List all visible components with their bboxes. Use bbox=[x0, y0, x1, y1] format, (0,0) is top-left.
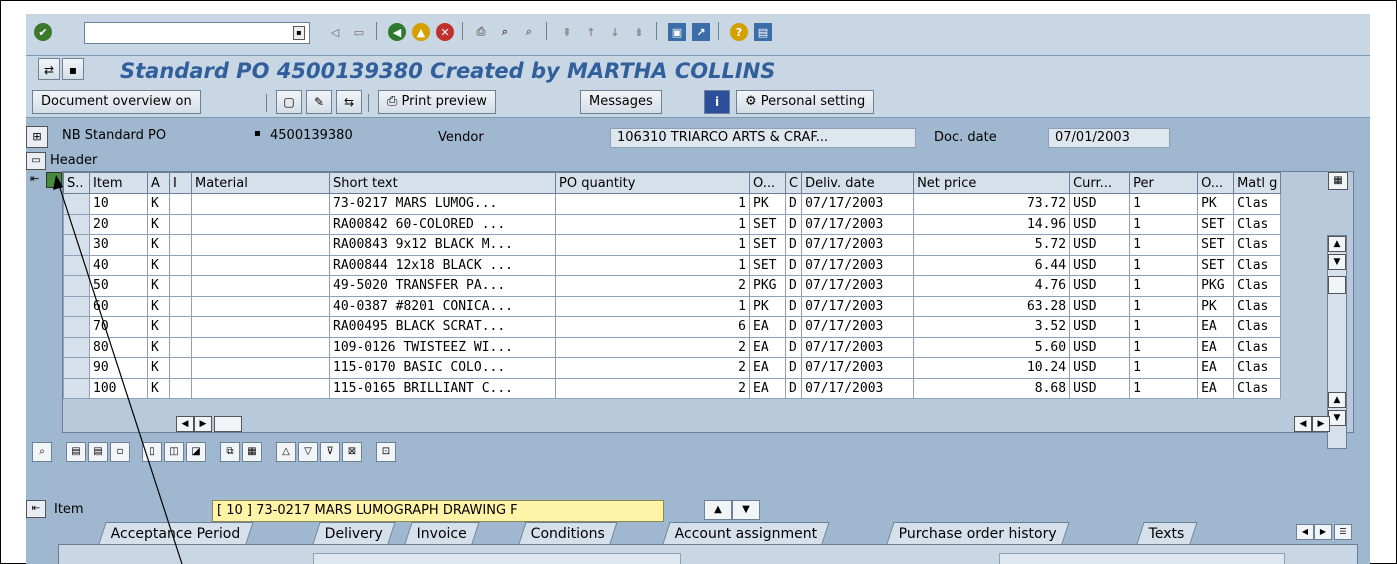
annotation-arrow bbox=[53, 175, 183, 564]
